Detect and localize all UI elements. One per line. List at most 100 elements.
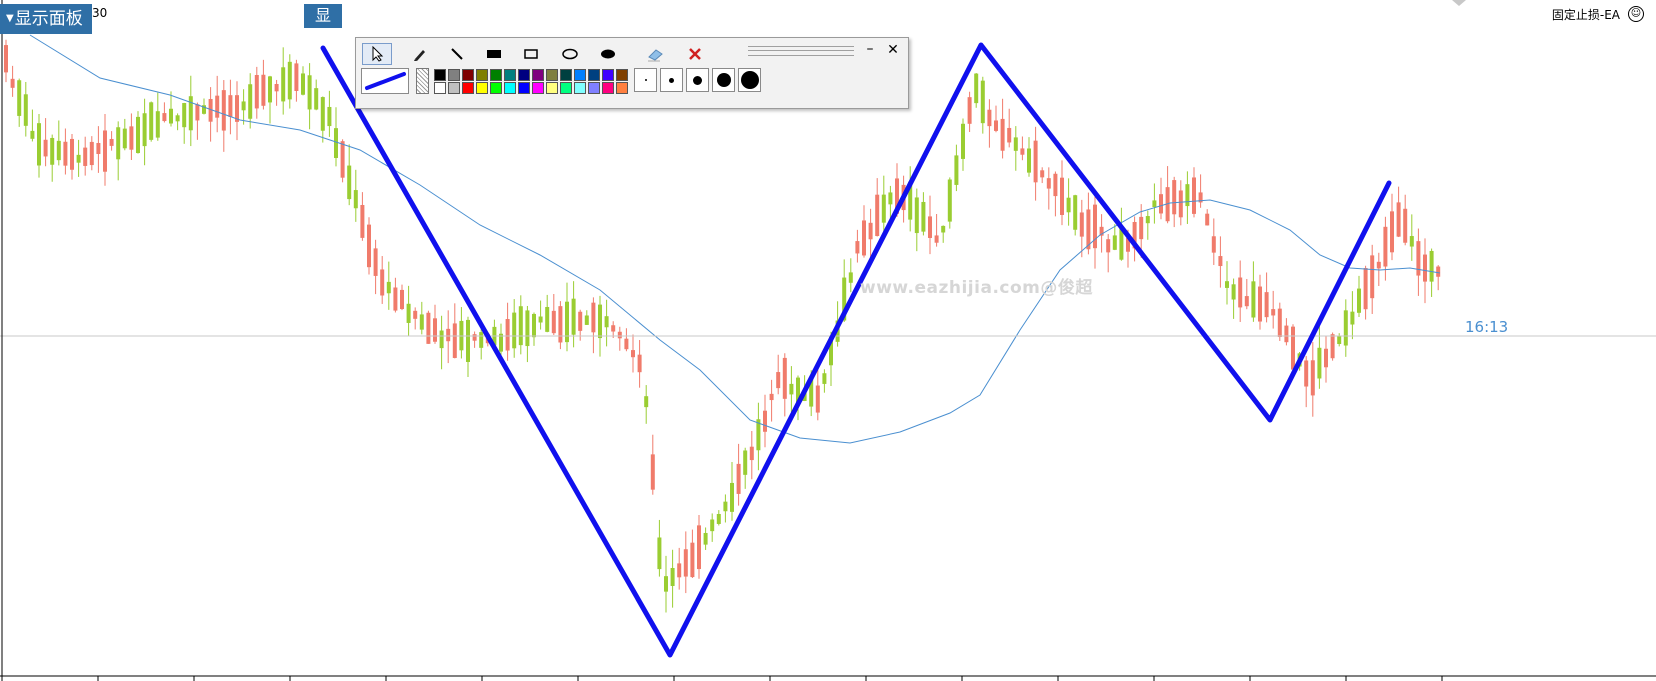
color-swatch[interactable] [476, 82, 488, 94]
color-swatch[interactable] [588, 82, 600, 94]
dropdown-arrow-icon: ▼ [6, 13, 14, 24]
candle-body [452, 323, 457, 358]
candle-body [1073, 195, 1078, 230]
candle-body [400, 289, 404, 310]
candle-body [380, 269, 385, 296]
line-style-preview[interactable] [361, 68, 409, 94]
candle-body [340, 141, 345, 178]
candle-body [538, 316, 543, 323]
color-swatch[interactable] [504, 82, 516, 94]
dot-icon [644, 79, 647, 81]
candle-body [472, 334, 477, 341]
color-swatch[interactable] [448, 82, 460, 94]
color-swatch[interactable] [448, 69, 460, 81]
toolbar-drag-grip[interactable] [748, 46, 854, 56]
color-swatch[interactable] [532, 82, 544, 94]
candle-body [584, 315, 589, 325]
candle-body [30, 130, 35, 139]
brush-size-button[interactable] [738, 68, 761, 92]
candle-body [994, 120, 998, 131]
candle-body [188, 96, 193, 131]
candle-body [967, 97, 972, 124]
transparent-color-swatch[interactable] [416, 68, 429, 94]
color-swatch[interactable] [560, 82, 572, 94]
candle-body [617, 331, 622, 339]
candle-body [89, 141, 94, 166]
candle-body [1159, 194, 1163, 214]
color-swatch[interactable] [602, 69, 614, 81]
candle-body [155, 111, 160, 138]
delete-icon[interactable] [680, 43, 710, 65]
select-arrow-icon[interactable] [362, 43, 392, 65]
candle-body [1416, 241, 1421, 276]
candle-body [1409, 236, 1414, 247]
eraser-icon[interactable] [641, 43, 671, 65]
candle-body [175, 115, 180, 122]
candle-body [116, 127, 121, 160]
candle-body [1403, 208, 1408, 243]
color-swatch[interactable] [490, 69, 502, 81]
color-swatch[interactable] [616, 82, 628, 94]
candle-body [1376, 261, 1381, 269]
color-swatch[interactable] [490, 82, 502, 94]
candle-body [941, 225, 946, 233]
color-swatch[interactable] [518, 82, 530, 94]
color-swatch[interactable] [504, 69, 516, 81]
brush-size-button[interactable] [686, 68, 709, 92]
color-swatch[interactable] [546, 82, 558, 94]
candle-body [657, 537, 662, 570]
candle-body [974, 73, 979, 104]
ellipse-icon[interactable] [555, 43, 585, 65]
color-swatch[interactable] [574, 82, 586, 94]
candle-body [248, 84, 253, 119]
candle-body [545, 306, 550, 332]
candle-body [83, 147, 88, 166]
toolbar-minimize-button[interactable]: – [861, 42, 879, 60]
candle-body [433, 318, 437, 342]
color-swatch[interactable] [476, 69, 488, 81]
line-icon[interactable] [442, 43, 472, 65]
candle-body [571, 298, 576, 335]
candle-body [1317, 347, 1322, 379]
candle-body [1178, 190, 1183, 218]
color-swatch[interactable] [532, 69, 544, 81]
color-swatch[interactable] [462, 69, 474, 81]
candle-body [683, 549, 688, 577]
toolbar-close-button[interactable]: ✕ [884, 41, 902, 59]
rect-icon[interactable] [516, 43, 546, 65]
candle-body [1053, 173, 1058, 197]
candle-body [677, 563, 682, 578]
color-swatch[interactable] [588, 69, 600, 81]
candle-body [1112, 235, 1117, 250]
color-swatch[interactable] [434, 69, 446, 81]
color-swatch[interactable] [546, 69, 558, 81]
smiley-icon: ☺ [1628, 6, 1644, 22]
time-axis-ticks [97, 676, 1443, 681]
filled-ellipse-icon[interactable] [593, 43, 623, 65]
color-swatch[interactable] [560, 69, 572, 81]
candle-body [769, 393, 774, 401]
filled-rect-icon[interactable] [479, 43, 509, 65]
candle-body [782, 357, 787, 399]
color-swatch[interactable] [602, 82, 614, 94]
show-panel-button[interactable]: ▼显示面板 [0, 4, 92, 34]
candle-body [1264, 292, 1269, 318]
candle-body [1363, 268, 1368, 310]
candle-body [1330, 334, 1335, 359]
brush-size-button[interactable] [712, 68, 735, 92]
brush-size-button[interactable] [634, 68, 657, 92]
candle-body [1238, 277, 1243, 308]
candle-body [875, 194, 880, 237]
zigzag-drawing[interactable] [320, 42, 1392, 658]
chart-shift-marker-icon[interactable] [1452, 0, 1466, 6]
color-swatch[interactable] [462, 82, 474, 94]
candle-body [1337, 336, 1342, 344]
color-swatch[interactable] [616, 69, 628, 81]
candle-body [1291, 326, 1295, 370]
color-swatch[interactable] [518, 69, 530, 81]
pencil-icon[interactable] [405, 43, 435, 65]
color-swatch[interactable] [574, 69, 586, 81]
color-swatch[interactable] [434, 82, 446, 94]
brush-size-button[interactable] [660, 68, 683, 92]
show-button[interactable]: 显 [304, 4, 342, 28]
